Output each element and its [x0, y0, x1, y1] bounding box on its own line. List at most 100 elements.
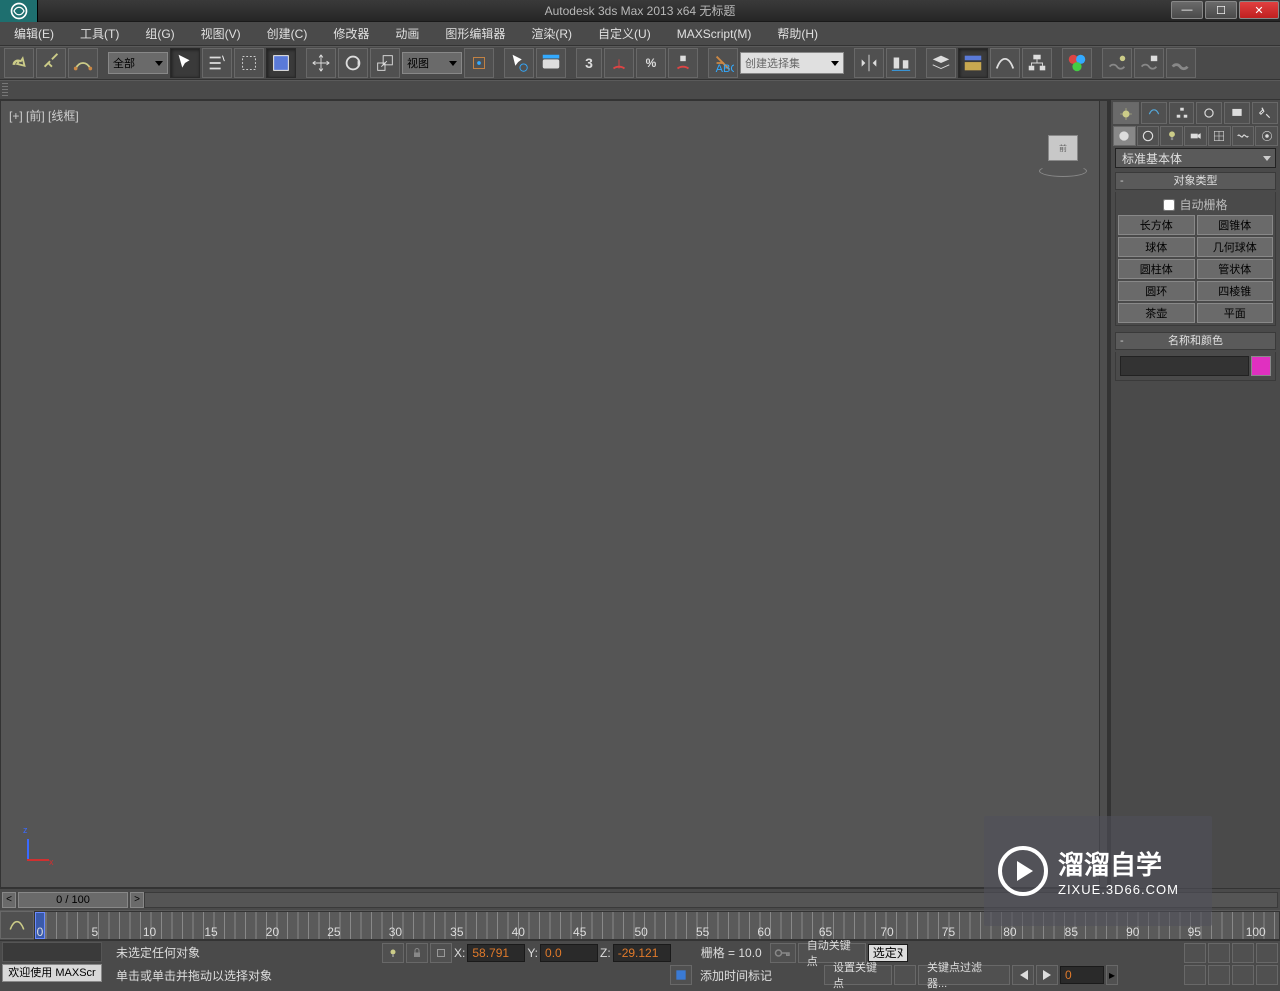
time-tag-icon[interactable] [670, 965, 692, 985]
mini-curve-editor-icon[interactable] [0, 911, 34, 939]
selection-filter-dropdown[interactable]: 全部 [108, 52, 168, 74]
menu-grapheditors[interactable]: 图形编辑器 [439, 23, 511, 44]
frame-spinner[interactable]: ▸ [1106, 965, 1118, 985]
nav-c-icon[interactable] [1232, 943, 1254, 963]
btn-sphere[interactable]: 球体 [1118, 237, 1195, 257]
tab-create-icon[interactable] [1113, 102, 1139, 124]
angle-snap-icon[interactable] [604, 48, 634, 78]
subtab-lights-icon[interactable] [1160, 126, 1183, 146]
btn-teapot[interactable]: 茶壶 [1118, 303, 1195, 323]
lock-icon[interactable] [406, 943, 428, 963]
nav-maximize-icon[interactable] [1256, 965, 1278, 985]
maximize-button[interactable]: ☐ [1205, 1, 1237, 19]
nav-orbit-icon[interactable] [1208, 965, 1230, 985]
snap-toggle-icon[interactable]: 3 [576, 48, 602, 78]
graphite-ribbon-collapsed[interactable] [0, 80, 1280, 100]
tab-modify-icon[interactable] [1141, 102, 1167, 124]
key-icon[interactable] [770, 943, 796, 963]
menu-rendering[interactable]: 渲染(R) [525, 23, 578, 44]
named-selection-dropdown[interactable]: 创建选择集 [740, 52, 844, 74]
btn-plane[interactable]: 平面 [1197, 303, 1274, 323]
object-name-input[interactable] [1120, 356, 1249, 376]
key-mode-icon[interactable] [894, 965, 916, 985]
viewcube[interactable]: 前 [1039, 129, 1087, 177]
tab-display-icon[interactable] [1224, 102, 1250, 124]
tab-motion-icon[interactable] [1196, 102, 1222, 124]
edit-named-sel-icon[interactable]: ABC [708, 48, 738, 78]
menu-animation[interactable]: 动画 [389, 23, 425, 44]
use-pivot-icon[interactable] [464, 48, 494, 78]
subtab-spacewarps-icon[interactable] [1232, 126, 1255, 146]
frame-input[interactable] [1060, 966, 1104, 984]
viewport-scrollbar-v[interactable] [1099, 101, 1107, 887]
nav-b-icon[interactable] [1208, 943, 1230, 963]
keyboard-shortcut-icon[interactable] [536, 48, 566, 78]
schematic-view-icon[interactable] [1022, 48, 1052, 78]
curve-editor-icon[interactable] [990, 48, 1020, 78]
tab-utilities-icon[interactable] [1252, 102, 1278, 124]
subtab-cameras-icon[interactable] [1184, 126, 1207, 146]
menu-customize[interactable]: 自定义(U) [592, 23, 657, 44]
btn-pyramid[interactable]: 四棱锥 [1197, 281, 1274, 301]
nav-zoom-icon[interactable] [1232, 965, 1254, 985]
btn-cylinder[interactable]: 圆柱体 [1118, 259, 1195, 279]
btn-geosphere[interactable]: 几何球体 [1197, 237, 1274, 257]
rendered-frame-icon[interactable] [1134, 48, 1164, 78]
menu-create[interactable]: 创建(C) [261, 23, 314, 44]
window-crossing-icon[interactable] [266, 48, 296, 78]
menu-maxscript[interactable]: MAXScript(M) [671, 25, 758, 43]
viewport-label[interactable]: [+] [前] [线框] [9, 107, 79, 124]
select-by-name-icon[interactable] [202, 48, 232, 78]
subtab-helpers-icon[interactable] [1208, 126, 1231, 146]
maxscript-listener[interactable]: 欢迎使用 MAXScr [2, 964, 102, 982]
current-frame-marker[interactable] [35, 912, 45, 939]
rollout-object-type[interactable]: 对象类型 [1115, 172, 1276, 190]
rotate-icon[interactable] [338, 48, 368, 78]
menu-modifiers[interactable]: 修改器 [327, 23, 375, 44]
move-icon[interactable] [306, 48, 336, 78]
add-time-tag[interactable]: 添加时间标记 [694, 967, 778, 984]
spinner-snap-icon[interactable] [668, 48, 698, 78]
mirror-icon[interactable] [854, 48, 884, 78]
minimize-button[interactable]: — [1171, 1, 1203, 19]
render-setup-icon[interactable] [1102, 48, 1132, 78]
x-coord-input[interactable] [467, 944, 525, 962]
select-region-rect-icon[interactable] [234, 48, 264, 78]
tab-hierarchy-icon[interactable] [1169, 102, 1195, 124]
scale-icon[interactable] [370, 48, 400, 78]
align-icon[interactable] [886, 48, 916, 78]
nav-pan-icon[interactable] [1184, 965, 1206, 985]
isolate-icon[interactable] [430, 943, 452, 963]
btn-box[interactable]: 长方体 [1118, 215, 1195, 235]
object-color-swatch[interactable] [1251, 356, 1271, 376]
time-slider-next[interactable]: > [130, 892, 144, 908]
menu-edit[interactable]: 编辑(E) [8, 23, 60, 44]
app-logo-icon[interactable] [0, 0, 38, 22]
z-coord-input[interactable] [613, 944, 671, 962]
graphite-toggle-icon[interactable] [958, 48, 988, 78]
nav-d-icon[interactable] [1256, 943, 1278, 963]
rollout-name-color[interactable]: 名称和颜色 [1115, 332, 1276, 350]
btn-torus[interactable]: 圆环 [1118, 281, 1195, 301]
subtab-systems-icon[interactable] [1255, 126, 1278, 146]
percent-snap-icon[interactable]: % [636, 48, 666, 78]
time-slider-prev[interactable]: < [2, 892, 16, 908]
nav-a-icon[interactable] [1184, 943, 1206, 963]
select-object-icon[interactable] [170, 48, 200, 78]
btn-tube[interactable]: 管状体 [1197, 259, 1274, 279]
viewport-front[interactable]: [+] [前] [线框] 前 zx [0, 100, 1108, 888]
time-slider-handle[interactable]: 0 / 100 [18, 892, 128, 908]
undo-link-icon[interactable] [4, 48, 34, 78]
subtab-geometry-icon[interactable] [1113, 126, 1136, 146]
select-manipulate-icon[interactable] [504, 48, 534, 78]
btn-cone[interactable]: 圆锥体 [1197, 215, 1274, 235]
setkey-button[interactable]: 设置关键点 [824, 965, 892, 985]
menu-group[interactable]: 组(G) [139, 23, 180, 44]
selection-lock-icon[interactable] [382, 943, 404, 963]
link-icon[interactable] [36, 48, 66, 78]
render-icon[interactable] [1166, 48, 1196, 78]
bind-icon[interactable] [68, 48, 98, 78]
menu-tools[interactable]: 工具(T) [74, 23, 125, 44]
play-icon[interactable] [1036, 965, 1058, 985]
y-coord-input[interactable] [540, 944, 598, 962]
